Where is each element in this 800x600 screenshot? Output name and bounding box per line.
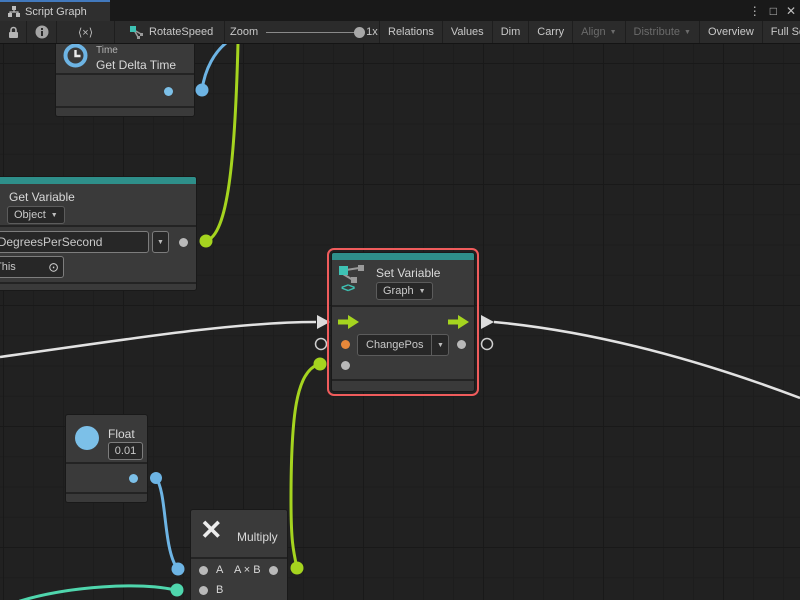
toolbar-buttons: Relations Values Dim Carry Align▼ Distri… <box>380 21 800 43</box>
tab-bar: Script Graph ⋮ □ ✕ <box>0 0 800 21</box>
variable-name-dropdown[interactable]: ChangePos ▼ <box>357 334 449 356</box>
variable-name-dropdown-button[interactable]: ▼ <box>152 231 169 253</box>
inspect-values-button[interactable]: ⟨×⟩ <box>57 21 115 43</box>
maximize-icon[interactable]: □ <box>770 4 777 18</box>
node-get-delta-time[interactable]: Time Get Delta Time <box>55 44 195 117</box>
overview-button[interactable]: Overview <box>700 21 763 43</box>
node-title: Get Variable <box>9 190 75 204</box>
lock-icon <box>8 26 19 39</box>
graph-hierarchy-icon <box>8 6 20 17</box>
multiply-icon: ✕ <box>200 517 223 544</box>
graph-breadcrumb[interactable]: RotateSpeed <box>115 21 225 43</box>
chevron-down-icon: ▼ <box>419 288 426 295</box>
wire-float-value[interactable] <box>156 478 177 568</box>
unconnected-port-ring[interactable] <box>316 339 327 350</box>
node-title: Get Delta Time <box>96 58 176 72</box>
variable-scope-dropdown[interactable]: Graph ▼ <box>376 282 433 300</box>
flow-output-port[interactable] <box>448 315 470 329</box>
relations-button[interactable]: Relations <box>380 21 443 43</box>
chevron-down-icon: ▼ <box>610 29 617 36</box>
info-icon <box>35 25 49 39</box>
wire-into-b[interactable] <box>20 586 175 600</box>
float-value-input[interactable]: 0.01 <box>108 442 143 460</box>
port-label-result: A × B <box>234 564 261 576</box>
dim-button[interactable]: Dim <box>493 21 530 43</box>
graph-toolbar: ⟨×⟩ RotateSpeed Zoom 1x Relations Values… <box>0 21 800 44</box>
wire-end-dot[interactable] <box>291 562 304 575</box>
zoom-slider-track[interactable] <box>266 32 360 33</box>
values-button[interactable]: Values <box>443 21 493 43</box>
variable-name-field[interactable]: RotationDegreesPerSecond <box>0 231 149 253</box>
distribute-dropdown[interactable]: Distribute▼ <box>626 21 700 43</box>
port-label-b: B <box>216 584 223 596</box>
wire-end-dot[interactable] <box>171 584 184 597</box>
node-get-variable[interactable]: Get Variable Object ▼ RotationDegreesPer… <box>0 176 197 291</box>
script-graph-icon <box>130 26 143 39</box>
zoom-value: 1x <box>366 26 378 38</box>
chevron-down-icon: ▼ <box>684 29 691 36</box>
node-set-variable[interactable]: <> Set Variable Graph ▼ ChangePos ▼ <box>331 252 475 392</box>
wire-get-variable[interactable] <box>206 44 238 241</box>
zoom-label: Zoom <box>230 26 258 38</box>
flow-out-arrowhead <box>481 315 494 329</box>
tab-label: Script Graph <box>25 6 87 18</box>
carry-button[interactable]: Carry <box>529 21 573 43</box>
node-category: Time <box>96 45 118 56</box>
wire-delta-time[interactable] <box>202 44 226 90</box>
node-float[interactable]: Float 0.01 <box>65 414 148 503</box>
variable-node-header-bar <box>0 177 196 184</box>
zoom-slider-handle[interactable] <box>354 27 365 38</box>
node-title: Set Variable <box>376 266 440 280</box>
wire-end-dot[interactable] <box>172 563 185 576</box>
code-icon: ⟨×⟩ <box>78 26 93 39</box>
wire-end-dot[interactable] <box>196 84 209 97</box>
node-title: Float <box>108 427 135 441</box>
variable-node-header-bar <box>332 253 474 260</box>
wire-end-dot[interactable] <box>150 472 162 484</box>
output-port-value[interactable] <box>457 340 466 349</box>
float-icon <box>75 426 99 450</box>
output-port-delta-time[interactable] <box>164 87 173 96</box>
input-port-variable-name[interactable] <box>341 340 350 349</box>
wire-multiply-result[interactable] <box>291 364 319 568</box>
close-icon[interactable]: ✕ <box>786 4 796 18</box>
node-title: Multiply <box>237 530 278 544</box>
port-label-a: A <box>216 564 223 576</box>
target-object-field[interactable]: This ⊙ <box>0 256 64 278</box>
zoom-control: Zoom 1x <box>225 21 380 43</box>
info-button[interactable] <box>27 21 57 43</box>
input-port-b[interactable] <box>199 586 208 595</box>
chevron-down-icon: ▼ <box>157 239 164 246</box>
input-port-value[interactable] <box>341 361 350 370</box>
variable-scope-dropdown[interactable]: Object ▼ <box>7 206 65 224</box>
graph-name: RotateSpeed <box>149 26 213 38</box>
chevron-down-icon: ▼ <box>51 212 58 219</box>
output-port-result[interactable] <box>269 566 278 575</box>
full-screen-button[interactable]: Full Screen <box>763 21 800 43</box>
chevron-down-icon: ▼ <box>433 342 448 349</box>
align-dropdown[interactable]: Align▼ <box>573 21 625 43</box>
unity-visual-scripting-window: Script Graph ⋮ □ ✕ ⟨×⟩ <box>0 0 800 600</box>
window-controls: ⋮ □ ✕ <box>749 0 796 21</box>
wire-end-dot[interactable] <box>200 235 213 248</box>
output-port-variable-value[interactable] <box>179 238 188 247</box>
wire-end-dot[interactable] <box>314 358 327 371</box>
flow-in-arrowhead <box>317 315 330 329</box>
input-port-a[interactable] <box>199 566 208 575</box>
wire-flow-out[interactable] <box>494 322 800 398</box>
chevrons-icon: <> <box>341 280 354 295</box>
tab-script-graph[interactable]: Script Graph <box>0 0 110 21</box>
dropdown-divider <box>431 335 432 355</box>
output-port-float[interactable] <box>129 474 138 483</box>
menu-icon[interactable]: ⋮ <box>749 4 761 18</box>
clock-icon <box>62 44 89 69</box>
graph-canvas[interactable]: Time Get Delta Time Get Variable Object … <box>0 44 800 600</box>
wire-flow-in[interactable] <box>0 322 316 357</box>
node-multiply[interactable]: ✕ Multiply A A × B B <box>190 509 288 600</box>
lock-button[interactable] <box>0 21 27 43</box>
object-picker-icon[interactable]: ⊙ <box>48 261 59 274</box>
flow-input-port[interactable] <box>338 315 360 329</box>
unconnected-port-ring[interactable] <box>482 339 493 350</box>
